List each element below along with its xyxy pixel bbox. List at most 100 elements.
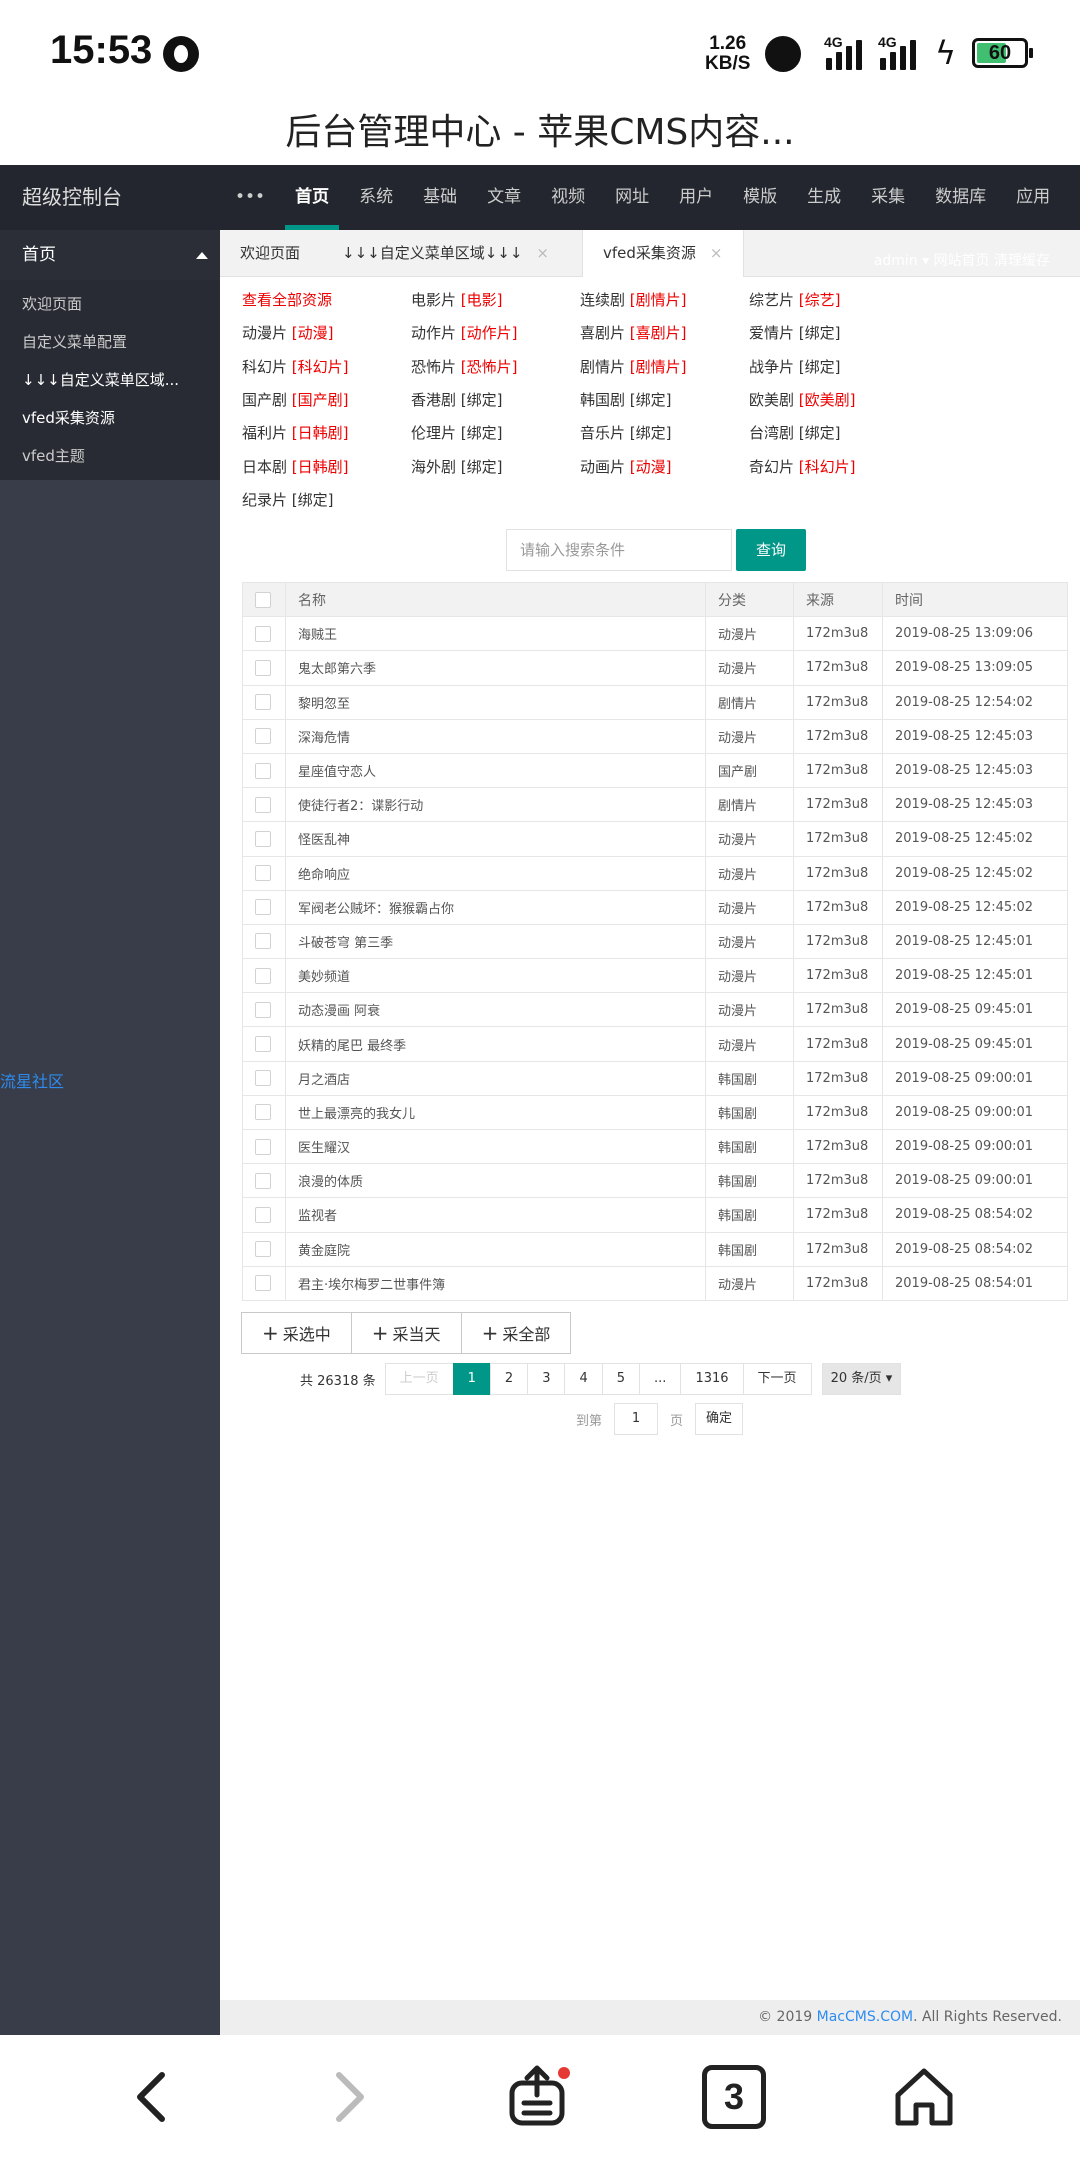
row-checkbox-cell[interactable]	[242, 1197, 286, 1233]
row-checkbox[interactable]	[255, 796, 271, 813]
table-row[interactable]: 监视者 韩国剧 172m3u8 2019-08-25 08:54:02	[242, 1197, 1068, 1233]
row-checkbox[interactable]	[255, 1001, 271, 1018]
sidebar-item-custom-menu-config[interactable]: 自定义菜单配置	[0, 323, 220, 361]
row-checkbox[interactable]	[255, 1275, 271, 1292]
table-row[interactable]: 斗破苍穹 第三季 动漫片 172m3u8 2019-08-25 12:45:01	[242, 923, 1068, 960]
category-binding[interactable]: [绑定]	[292, 491, 334, 509]
page-number-button[interactable]: 3	[527, 1363, 566, 1395]
category-item[interactable]: 台湾剧 [绑定]	[749, 422, 841, 443]
table-row[interactable]: 妖精的尾巴 最终季 动漫片 172m3u8 2019-08-25 09:45:01	[242, 1026, 1068, 1062]
category-name[interactable]: 动漫片	[242, 324, 287, 342]
table-row[interactable]: 动态漫画 阿衰 动漫片 172m3u8 2019-08-25 09:45:01	[242, 992, 1068, 1028]
row-checkbox-cell[interactable]	[242, 650, 286, 686]
category-binding[interactable]: [剧情片]	[630, 291, 687, 309]
nav-item[interactable]: 视频	[536, 165, 600, 230]
table-row[interactable]: 浪漫的体质 韩国剧 172m3u8 2019-08-25 09:00:01	[242, 1163, 1068, 1199]
row-checkbox[interactable]	[255, 1206, 271, 1223]
category-name[interactable]: 欧美剧	[749, 391, 794, 409]
category-name[interactable]: 查看全部资源	[242, 291, 332, 309]
collect-selected-button[interactable]: + 采选中	[241, 1312, 352, 1354]
row-checkbox-cell[interactable]	[242, 1231, 286, 1267]
community-link[interactable]: 流星社区	[0, 1068, 64, 1092]
row-checkbox-cell[interactable]	[242, 787, 286, 823]
page-number-button[interactable]: 5	[601, 1363, 641, 1395]
sidebar-item-custom-menu-area[interactable]: ↓↓↓自定义菜单区域...	[0, 361, 220, 399]
category-item[interactable]: 剧情片 [剧情片]	[580, 356, 687, 377]
table-row[interactable]: 医生耀汉 韩国剧 172m3u8 2019-08-25 09:00:01	[242, 1128, 1068, 1165]
close-icon[interactable]: ×	[536, 244, 549, 262]
row-checkbox-cell[interactable]	[242, 992, 286, 1028]
nav-item[interactable]: 数据库	[920, 165, 1001, 230]
row-checkbox-cell[interactable]	[242, 1163, 286, 1199]
category-item[interactable]: 福利片 [日韩剧]	[242, 422, 349, 443]
nav-item[interactable]: 文章	[472, 165, 536, 230]
select-all-checkbox-cell[interactable]	[242, 581, 286, 618]
share-icon[interactable]	[508, 2065, 572, 2129]
category-binding[interactable]: [动作片]	[461, 324, 518, 342]
sidebar-group-home[interactable]: 首页	[0, 230, 220, 280]
nav-item[interactable]: 采集	[856, 165, 920, 230]
next-page-button[interactable]: 下一页	[742, 1363, 812, 1395]
maccms-link[interactable]: MacCMS.COM	[817, 2009, 913, 2025]
category-binding[interactable]: [绑定]	[799, 358, 841, 376]
back-icon[interactable]	[122, 2065, 186, 2129]
row-checkbox[interactable]	[255, 899, 271, 916]
category-name[interactable]: 爱情片	[749, 324, 794, 342]
row-checkbox[interactable]	[255, 762, 271, 779]
nav-item[interactable]: 网址	[600, 165, 664, 230]
row-checkbox-cell[interactable]	[242, 684, 286, 720]
nav-item[interactable]: 模版	[728, 165, 792, 230]
page-number-button[interactable]: 1	[452, 1363, 491, 1395]
category-item[interactable]: 连续剧 [剧情片]	[580, 289, 687, 310]
category-item[interactable]: 香港剧 [绑定]	[411, 389, 503, 410]
category-name[interactable]: 海外剧	[411, 458, 456, 476]
category-binding[interactable]: [绑定]	[461, 424, 503, 442]
table-row[interactable]: 黎明忽至 剧情片 172m3u8 2019-08-25 12:54:02	[242, 684, 1068, 720]
category-name[interactable]: 电影片	[411, 291, 456, 309]
row-checkbox-cell[interactable]	[242, 752, 286, 789]
table-row[interactable]: 使徒行者2：谍影行动 剧情片 172m3u8 2019-08-25 12:45:03	[242, 787, 1068, 823]
category-name[interactable]: 台湾剧	[749, 424, 794, 442]
row-checkbox[interactable]	[255, 1172, 271, 1189]
search-button[interactable]: 查询	[736, 529, 806, 571]
category-item[interactable]: 动作片 [动作片]	[411, 322, 518, 343]
category-binding[interactable]: [综艺]	[799, 291, 841, 309]
category-item[interactable]: 海外剧 [绑定]	[411, 456, 503, 477]
table-row[interactable]: 深海危情 动漫片 172m3u8 2019-08-25 12:45:03	[242, 718, 1068, 754]
table-row[interactable]: 君主·埃尔梅罗二世事件簿 动漫片 172m3u8 2019-08-25 08:54:0…	[242, 1265, 1068, 1301]
row-checkbox[interactable]	[255, 625, 271, 642]
collect-today-button[interactable]: + 采当天	[350, 1312, 462, 1354]
category-item[interactable]: 科幻片 [科幻片]	[242, 356, 349, 377]
category-binding[interactable]: [绑定]	[799, 424, 841, 442]
close-icon[interactable]: ×	[710, 244, 723, 262]
tab-welcome[interactable]: 欢迎页面	[220, 230, 320, 277]
row-checkbox-cell[interactable]	[242, 958, 286, 994]
category-name[interactable]: 纪录片	[242, 491, 287, 509]
user-links[interactable]: admin ▾ 网站首页 清理缓存	[874, 250, 1050, 270]
collect-all-button[interactable]: + 采全部	[460, 1312, 572, 1354]
row-checkbox[interactable]	[255, 933, 271, 950]
category-name[interactable]: 日本剧	[242, 458, 287, 476]
table-row[interactable]: 军阀老公贼坏：猴猴霸占你 动漫片 172m3u8 2019-08-25 12:45:0…	[242, 889, 1068, 925]
category-name[interactable]: 伦理片	[411, 424, 456, 442]
category-name[interactable]: 动作片	[411, 324, 456, 342]
page-number-button[interactable]: 1316	[680, 1363, 744, 1395]
category-item[interactable]: 韩国剧 [绑定]	[580, 389, 672, 410]
nav-item[interactable]: 生成	[792, 165, 856, 230]
category-name[interactable]: 音乐片	[580, 424, 625, 442]
category-item[interactable]: 动画片 [动漫]	[580, 456, 672, 477]
home-icon[interactable]	[892, 2065, 956, 2129]
category-binding[interactable]: [科幻片]	[292, 358, 349, 376]
category-item[interactable]: 欧美剧 [欧美剧]	[749, 389, 856, 410]
category-name[interactable]: 国产剧	[242, 391, 287, 409]
category-binding[interactable]: [剧情片]	[630, 358, 687, 376]
category-item[interactable]: 恐怖片 [恐怖片]	[411, 356, 518, 377]
category-item[interactable]: 日本剧 [日韩剧]	[242, 456, 349, 477]
category-name[interactable]: 香港剧	[411, 391, 456, 409]
row-checkbox[interactable]	[255, 1241, 271, 1258]
sidebar-item-vfed-collect[interactable]: vfed采集资源	[0, 399, 220, 437]
table-row[interactable]: 世上最漂亮的我女儿 韩国剧 172m3u8 2019-08-25 09:00:01	[242, 1094, 1068, 1131]
category-item[interactable]: 奇幻片 [科幻片]	[749, 456, 856, 477]
category-item[interactable]: 爱情片 [绑定]	[749, 322, 841, 343]
category-item[interactable]: 查看全部资源	[242, 289, 332, 310]
